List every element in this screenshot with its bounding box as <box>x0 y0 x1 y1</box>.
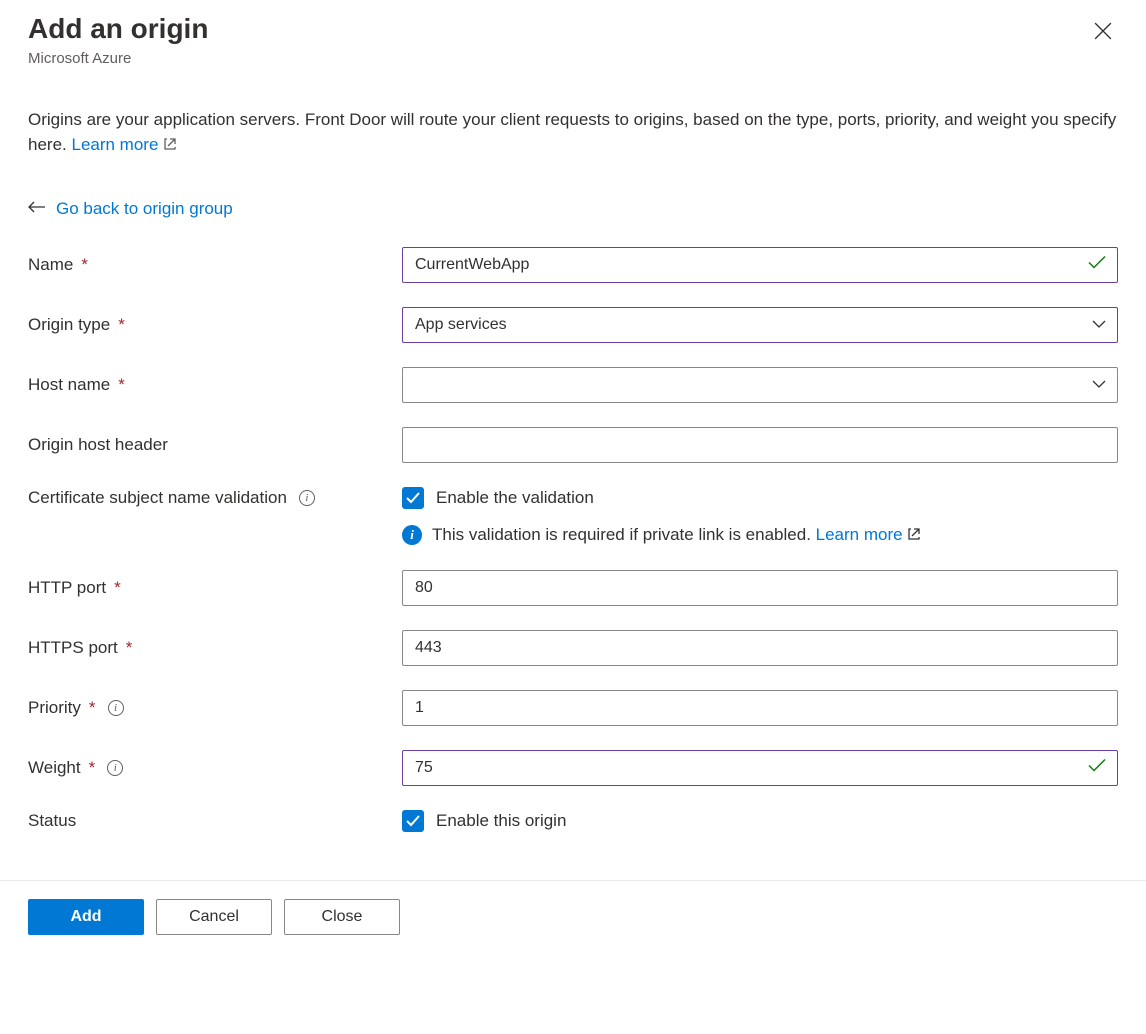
required-indicator: * <box>118 315 125 335</box>
cert-validation-checkbox-label: Enable the validation <box>436 488 594 508</box>
validation-info-text: This validation is required if private l… <box>432 525 921 546</box>
required-indicator: * <box>89 758 96 778</box>
status-checkbox[interactable] <box>402 810 424 832</box>
cert-validation-label: Certificate subject name validation i <box>28 488 402 508</box>
priority-input[interactable] <box>402 690 1118 726</box>
origin-type-label: Origin type* <box>28 315 402 335</box>
http-port-label: HTTP port* <box>28 578 402 598</box>
host-name-select[interactable] <box>402 367 1118 403</box>
back-arrow-icon <box>28 199 46 219</box>
back-link[interactable]: Go back to origin group <box>56 199 233 219</box>
cancel-button[interactable]: Cancel <box>156 899 272 935</box>
add-button[interactable]: Add <box>28 899 144 935</box>
status-label: Status <box>28 811 402 831</box>
required-indicator: * <box>126 638 133 658</box>
origin-host-header-label: Origin host header <box>28 435 402 455</box>
close-icon[interactable] <box>1088 16 1118 51</box>
http-port-input[interactable] <box>402 570 1118 606</box>
name-input[interactable] <box>402 247 1118 283</box>
panel-subtitle: Microsoft Azure <box>28 50 208 67</box>
panel-title: Add an origin <box>28 12 208 46</box>
weight-label: Weight* i <box>28 758 402 778</box>
origin-host-header-input[interactable] <box>402 427 1118 463</box>
external-link-icon <box>907 526 921 546</box>
learn-more-link[interactable]: Learn more <box>71 135 177 154</box>
https-port-label: HTTPS port* <box>28 638 402 658</box>
required-indicator: * <box>114 578 121 598</box>
info-learn-more-link[interactable]: Learn more <box>816 525 922 544</box>
host-name-label: Host name* <box>28 375 402 395</box>
name-label: Name* <box>28 255 402 275</box>
info-icon[interactable]: i <box>299 490 315 506</box>
status-checkbox-label: Enable this origin <box>436 811 566 831</box>
description-text: Origins are your application servers. Fr… <box>28 110 1116 155</box>
info-icon[interactable]: i <box>108 700 124 716</box>
required-indicator: * <box>89 698 96 718</box>
external-link-icon <box>163 133 177 159</box>
weight-input[interactable] <box>402 750 1118 786</box>
close-button[interactable]: Close <box>284 899 400 935</box>
info-badge-icon: i <box>402 525 422 545</box>
https-port-input[interactable] <box>402 630 1118 666</box>
origin-type-select[interactable]: App services <box>402 307 1118 343</box>
cert-validation-checkbox[interactable] <box>402 487 424 509</box>
required-indicator: * <box>81 255 88 275</box>
info-icon[interactable]: i <box>107 760 123 776</box>
priority-label: Priority* i <box>28 698 402 718</box>
panel-description: Origins are your application servers. Fr… <box>28 107 1118 159</box>
required-indicator: * <box>118 375 125 395</box>
